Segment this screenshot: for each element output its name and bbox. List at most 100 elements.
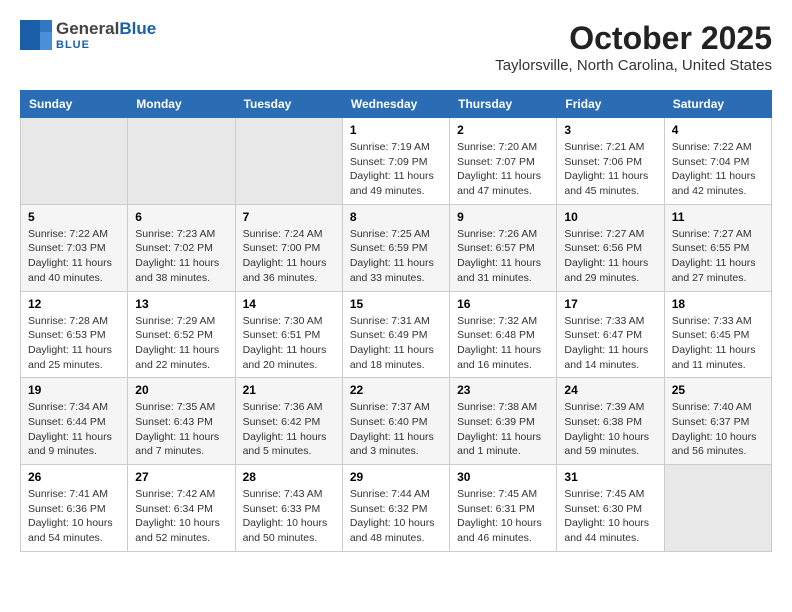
day-cell: 6 Sunrise: 7:23 AMSunset: 7:02 PMDaylight… bbox=[128, 204, 235, 291]
weekday-header-row: SundayMondayTuesdayWednesdayThursdayFrid… bbox=[21, 91, 772, 118]
logo: GeneralBlue BLUE bbox=[20, 20, 156, 51]
week-row-2: 5 Sunrise: 7:22 AMSunset: 7:03 PMDaylight… bbox=[21, 204, 772, 291]
day-info: Sunrise: 7:28 AMSunset: 6:53 PMDaylight:… bbox=[28, 314, 120, 373]
day-number: 5 bbox=[28, 210, 120, 224]
week-row-1: 1 Sunrise: 7:19 AMSunset: 7:09 PMDaylight… bbox=[21, 118, 772, 205]
day-info: Sunrise: 7:26 AMSunset: 6:57 PMDaylight:… bbox=[457, 227, 549, 286]
day-cell: 1 Sunrise: 7:19 AMSunset: 7:09 PMDaylight… bbox=[342, 118, 449, 205]
day-cell: 11 Sunrise: 7:27 AMSunset: 6:55 PMDayligh… bbox=[664, 204, 771, 291]
logo-tagline: BLUE bbox=[56, 39, 156, 51]
day-cell bbox=[664, 465, 771, 552]
day-cell bbox=[128, 118, 235, 205]
day-cell: 28Sunrise: 7:43 AMSunset: 6:33 PMDayligh… bbox=[235, 465, 342, 552]
day-cell: 30 Sunrise: 7:45 AMSunset: 6:31 PMDayligh… bbox=[450, 465, 557, 552]
weekday-header-friday: Friday bbox=[557, 91, 664, 118]
day-cell: 27 Sunrise: 7:42 AMSunset: 6:34 PMDayligh… bbox=[128, 465, 235, 552]
weekday-header-tuesday: Tuesday bbox=[235, 91, 342, 118]
logo-icon bbox=[20, 20, 52, 50]
day-info: Sunrise: 7:34 AMSunset: 6:44 PMDaylight:… bbox=[28, 400, 120, 459]
day-number: 9 bbox=[457, 210, 549, 224]
day-cell: 10Sunrise: 7:27 AMSunset: 6:56 PMDayligh… bbox=[557, 204, 664, 291]
day-number: 6 bbox=[135, 210, 227, 224]
weekday-header-saturday: Saturday bbox=[664, 91, 771, 118]
day-cell bbox=[21, 118, 128, 205]
day-info: Sunrise: 7:38 AMSunset: 6:39 PMDaylight:… bbox=[457, 400, 549, 459]
title-block: October 2025 Taylorsville, North Carolin… bbox=[495, 20, 772, 74]
day-number: 14 bbox=[243, 297, 335, 311]
day-info: Sunrise: 7:36 AMSunset: 6:42 PMDaylight:… bbox=[243, 400, 335, 459]
day-number: 26 bbox=[28, 470, 120, 484]
day-number: 8 bbox=[350, 210, 442, 224]
day-info: Sunrise: 7:37 AMSunset: 6:40 PMDaylight:… bbox=[350, 400, 442, 459]
logo-general: General bbox=[56, 19, 119, 38]
day-number: 19 bbox=[28, 383, 120, 397]
day-cell: 9 Sunrise: 7:26 AMSunset: 6:57 PMDaylight… bbox=[450, 204, 557, 291]
logo-blue: Blue bbox=[119, 19, 156, 38]
day-cell: 13 Sunrise: 7:29 AMSunset: 6:52 PMDayligh… bbox=[128, 291, 235, 378]
day-number: 12 bbox=[28, 297, 120, 311]
day-info: Sunrise: 7:45 AMSunset: 6:30 PMDaylight:… bbox=[564, 487, 656, 546]
header: GeneralBlue BLUE October 2025 Taylorsvil… bbox=[20, 20, 772, 74]
day-cell: 22Sunrise: 7:37 AMSunset: 6:40 PMDayligh… bbox=[342, 378, 449, 465]
day-number: 25 bbox=[672, 383, 764, 397]
day-info: Sunrise: 7:42 AMSunset: 6:34 PMDaylight:… bbox=[135, 487, 227, 546]
day-number: 1 bbox=[350, 123, 442, 137]
day-info: Sunrise: 7:22 AMSunset: 7:03 PMDaylight:… bbox=[28, 227, 120, 286]
day-number: 13 bbox=[135, 297, 227, 311]
day-info: Sunrise: 7:31 AMSunset: 6:49 PMDaylight:… bbox=[350, 314, 442, 373]
day-cell: 3 Sunrise: 7:21 AMSunset: 7:06 PMDaylight… bbox=[557, 118, 664, 205]
day-cell: 15 Sunrise: 7:31 AMSunset: 6:49 PMDayligh… bbox=[342, 291, 449, 378]
day-number: 17 bbox=[564, 297, 656, 311]
day-cell: 31 Sunrise: 7:45 AMSunset: 6:30 PMDayligh… bbox=[557, 465, 664, 552]
weekday-header-monday: Monday bbox=[128, 91, 235, 118]
day-cell: 7Sunrise: 7:24 AMSunset: 7:00 PMDaylight… bbox=[235, 204, 342, 291]
day-info: Sunrise: 7:20 AMSunset: 7:07 PMDaylight:… bbox=[457, 140, 549, 199]
day-info: Sunrise: 7:39 AMSunset: 6:38 PMDaylight:… bbox=[564, 400, 656, 459]
day-number: 2 bbox=[457, 123, 549, 137]
day-info: Sunrise: 7:21 AMSunset: 7:06 PMDaylight:… bbox=[564, 140, 656, 199]
day-cell: 14 Sunrise: 7:30 AMSunset: 6:51 PMDayligh… bbox=[235, 291, 342, 378]
day-number: 27 bbox=[135, 470, 227, 484]
day-number: 31 bbox=[564, 470, 656, 484]
day-cell: 17Sunrise: 7:33 AMSunset: 6:47 PMDayligh… bbox=[557, 291, 664, 378]
day-number: 20 bbox=[135, 383, 227, 397]
day-cell: 23 Sunrise: 7:38 AMSunset: 6:39 PMDayligh… bbox=[450, 378, 557, 465]
day-number: 29 bbox=[350, 470, 442, 484]
day-info: Sunrise: 7:44 AMSunset: 6:32 PMDaylight:… bbox=[350, 487, 442, 546]
day-info: Sunrise: 7:23 AMSunset: 7:02 PMDaylight:… bbox=[135, 227, 227, 286]
day-info: Sunrise: 7:30 AMSunset: 6:51 PMDaylight:… bbox=[243, 314, 335, 373]
day-cell: 21 Sunrise: 7:36 AMSunset: 6:42 PMDayligh… bbox=[235, 378, 342, 465]
day-info: Sunrise: 7:27 AMSunset: 6:56 PMDaylight:… bbox=[564, 227, 656, 286]
weekday-header-sunday: Sunday bbox=[21, 91, 128, 118]
day-number: 15 bbox=[350, 297, 442, 311]
day-info: Sunrise: 7:45 AMSunset: 6:31 PMDaylight:… bbox=[457, 487, 549, 546]
day-number: 23 bbox=[457, 383, 549, 397]
calendar-title: October 2025 bbox=[495, 20, 772, 57]
day-number: 30 bbox=[457, 470, 549, 484]
day-number: 4 bbox=[672, 123, 764, 137]
day-cell: 19 Sunrise: 7:34 AMSunset: 6:44 PMDayligh… bbox=[21, 378, 128, 465]
day-number: 18 bbox=[672, 297, 764, 311]
day-info: Sunrise: 7:41 AMSunset: 6:36 PMDaylight:… bbox=[28, 487, 120, 546]
day-number: 24 bbox=[564, 383, 656, 397]
day-cell: 20Sunrise: 7:35 AMSunset: 6:43 PMDayligh… bbox=[128, 378, 235, 465]
day-cell: 25Sunrise: 7:40 AMSunset: 6:37 PMDayligh… bbox=[664, 378, 771, 465]
day-number: 7 bbox=[243, 210, 335, 224]
day-number: 3 bbox=[564, 123, 656, 137]
day-info: Sunrise: 7:32 AMSunset: 6:48 PMDaylight:… bbox=[457, 314, 549, 373]
day-cell: 5 Sunrise: 7:22 AMSunset: 7:03 PMDaylight… bbox=[21, 204, 128, 291]
day-number: 28 bbox=[243, 470, 335, 484]
week-row-3: 12 Sunrise: 7:28 AMSunset: 6:53 PMDayligh… bbox=[21, 291, 772, 378]
day-info: Sunrise: 7:27 AMSunset: 6:55 PMDaylight:… bbox=[672, 227, 764, 286]
day-info: Sunrise: 7:29 AMSunset: 6:52 PMDaylight:… bbox=[135, 314, 227, 373]
day-number: 21 bbox=[243, 383, 335, 397]
day-info: Sunrise: 7:25 AMSunset: 6:59 PMDaylight:… bbox=[350, 227, 442, 286]
day-cell: 8 Sunrise: 7:25 AMSunset: 6:59 PMDaylight… bbox=[342, 204, 449, 291]
day-cell: 26 Sunrise: 7:41 AMSunset: 6:36 PMDayligh… bbox=[21, 465, 128, 552]
week-row-4: 19 Sunrise: 7:34 AMSunset: 6:44 PMDayligh… bbox=[21, 378, 772, 465]
day-info: Sunrise: 7:22 AMSunset: 7:04 PMDaylight:… bbox=[672, 140, 764, 199]
day-info: Sunrise: 7:19 AMSunset: 7:09 PMDaylight:… bbox=[350, 140, 442, 199]
day-cell: 29 Sunrise: 7:44 AMSunset: 6:32 PMDayligh… bbox=[342, 465, 449, 552]
day-number: 11 bbox=[672, 210, 764, 224]
day-cell: 2 Sunrise: 7:20 AMSunset: 7:07 PMDaylight… bbox=[450, 118, 557, 205]
